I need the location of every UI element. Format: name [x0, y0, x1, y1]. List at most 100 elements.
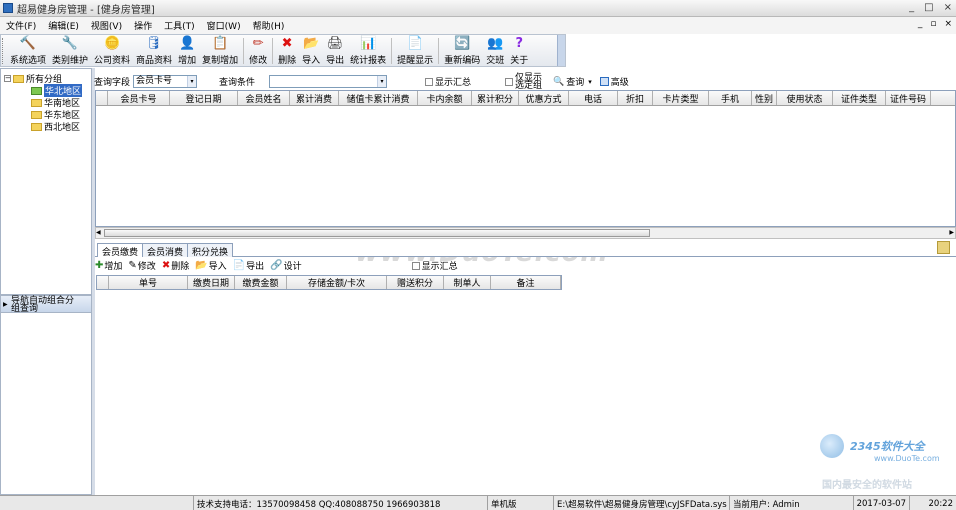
scroll-left-icon[interactable]: ◀: [96, 229, 101, 236]
query-bar: 查询字段 会员卡号 ▾ 查询条件 ▾ 显示汇总 仅显示选定组 🔍 查询 ▾ 高级: [93, 73, 956, 90]
menu-bar: 文件(F) 编辑(E) 视图(V) 操作 工具(T) 窗口(W) 帮助(H) _…: [0, 17, 956, 34]
detail-import-button[interactable]: 📂 导入: [195, 259, 226, 272]
column-header[interactable]: 性别: [752, 91, 777, 105]
column-header[interactable]: 折扣: [618, 91, 653, 105]
tab-member-payment[interactable]: 会员缴费: [97, 243, 144, 258]
column-header[interactable]: 电话: [569, 91, 618, 105]
statistics-report-button[interactable]: 📊 统计报表: [347, 35, 389, 66]
column-header[interactable]: 赠送积分: [387, 276, 444, 289]
column-header[interactable]: 使用状态: [777, 91, 833, 105]
column-header[interactable]: 优惠方式: [519, 91, 569, 105]
tools-icon: 🔧: [61, 36, 79, 51]
site-logo-text: 2345软件大全: [850, 440, 925, 453]
column-header[interactable]: 缴费日期: [188, 276, 235, 289]
advanced-icon: [599, 77, 609, 86]
shift-icon: 👥: [487, 36, 504, 51]
detail-edit-button[interactable]: ✎ 修改: [128, 259, 155, 272]
column-header[interactable]: 累计消费: [290, 91, 339, 105]
detail-add-button[interactable]: ✚ 增加: [95, 259, 122, 272]
system-options-button[interactable]: 🔨 系统选项: [7, 35, 49, 66]
toolbar-overflow-chevron[interactable]: [557, 35, 565, 66]
toolbar-separator: [272, 38, 274, 64]
tree-root[interactable]: − 所有分组: [4, 73, 62, 85]
checkbox-box: [411, 261, 420, 270]
category-maintain-button[interactable]: 🔧 类别维护: [49, 35, 91, 66]
menu-file[interactable]: 文件(F): [0, 19, 42, 32]
recode-button[interactable]: 🔄 重新编码: [441, 35, 483, 66]
mdi-minimize-button[interactable]: _: [918, 19, 923, 29]
maximize-button[interactable]: □: [924, 2, 933, 13]
show-selected-group-checkbox[interactable]: 仅显示选定组: [505, 73, 549, 90]
import-button[interactable]: 📂 导入: [299, 35, 323, 66]
coins-icon: 🪙: [103, 36, 121, 51]
member-grid[interactable]: 会员卡号 登记日期 会员姓名 累计消费 储值卡累计消费 卡内余额 累计积分 优惠…: [95, 90, 956, 227]
column-header[interactable]: 会员卡号: [108, 91, 170, 105]
chevron-down-icon: ▾: [588, 77, 592, 86]
column-header[interactable]: 卡片类型: [653, 91, 709, 105]
column-header[interactable]: 证件号码: [886, 91, 931, 105]
column-header[interactable]: 登记日期: [170, 91, 238, 105]
column-header[interactable]: 单号: [109, 276, 188, 289]
status-bar: 技术支持电话：13570098458 QQ:408088750 19669038…: [0, 495, 956, 510]
tree-item-north-china[interactable]: 华北地区: [31, 84, 83, 97]
mdi-restore-button[interactable]: ▫: [930, 19, 936, 29]
tree-item-northwest[interactable]: 西北地区: [31, 121, 80, 133]
close-button[interactable]: ×: [944, 2, 952, 13]
column-header[interactable]: 备注: [491, 276, 561, 289]
detail-delete-button[interactable]: ✖ 删除: [162, 259, 189, 272]
menu-operate[interactable]: 操作: [128, 19, 158, 32]
tree-item-south-china[interactable]: 华南地区: [31, 97, 80, 109]
copy-add-button[interactable]: 📋 复制增加: [199, 35, 241, 66]
export-button[interactable]: 🖨 导出: [323, 35, 347, 66]
mdi-close-button[interactable]: ×: [944, 19, 952, 29]
search-icon: 🔍: [553, 76, 565, 87]
status-support: 技术支持电话：13570098458 QQ:408088750 19669038…: [194, 496, 488, 510]
menu-tools[interactable]: 工具(T): [158, 19, 201, 32]
tree-item-east-china[interactable]: 华东地区: [31, 109, 80, 121]
shift-handover-button[interactable]: 👥 交班: [483, 35, 507, 66]
menu-help[interactable]: 帮助(H): [247, 19, 291, 32]
column-header[interactable]: 证件类型: [833, 91, 886, 105]
product-info-button[interactable]: 🛢 商品资料: [133, 35, 175, 66]
query-field-select[interactable]: 会员卡号 ▾: [133, 75, 198, 88]
scroll-thumb[interactable]: [104, 229, 650, 237]
app-icon: [3, 3, 13, 13]
minimize-button[interactable]: _: [909, 2, 914, 13]
advanced-button[interactable]: 高级: [599, 75, 629, 88]
show-summary-checkbox[interactable]: 显示汇总: [425, 75, 471, 88]
scroll-right-icon[interactable]: ▶: [949, 229, 954, 236]
collapse-icon[interactable]: −: [4, 75, 11, 82]
column-header[interactable]: 制单人: [444, 276, 491, 289]
column-header[interactable]: 会员姓名: [238, 91, 290, 105]
pencil-icon: ✏: [252, 36, 264, 51]
column-header[interactable]: 缴费金额: [235, 276, 287, 289]
menu-view[interactable]: 视图(V): [85, 19, 128, 32]
panel-toggle-icon[interactable]: [937, 241, 950, 254]
nav-panel-header[interactable]: ▶ 导航自动组合分组查询: [1, 296, 91, 314]
reminder-display-button[interactable]: 📄 提醒显示: [394, 35, 436, 66]
status-user: 当前用户: Admin: [730, 496, 854, 510]
menu-window[interactable]: 窗口(W): [201, 19, 247, 32]
search-button[interactable]: 🔍 查询 ▾: [553, 75, 592, 89]
query-condition-select[interactable]: ▾: [269, 75, 388, 88]
edit-button[interactable]: ✏ 修改: [246, 35, 270, 66]
toolbar-grip[interactable]: [2, 38, 5, 64]
menu-edit[interactable]: 编辑(E): [42, 19, 85, 32]
column-header[interactable]: 存储金额/卡次: [287, 276, 387, 289]
add-icon: ✚: [95, 260, 104, 271]
column-header[interactable]: 累计积分: [472, 91, 519, 105]
company-info-button[interactable]: 🪙 公司资料: [91, 35, 133, 66]
detail-export-button[interactable]: 📄 导出: [233, 259, 264, 272]
about-button[interactable]: ? 关于: [507, 35, 531, 66]
tab-points-redeem[interactable]: 积分兑换: [187, 243, 234, 258]
column-header[interactable]: 储值卡累计消费: [339, 91, 418, 105]
tab-member-consumption[interactable]: 会员消费: [142, 243, 189, 258]
add-button[interactable]: 👤 增加: [175, 35, 199, 66]
detail-design-button[interactable]: 🔗 设计: [270, 259, 301, 272]
column-header[interactable]: 手机: [709, 91, 752, 105]
column-header[interactable]: 卡内余额: [418, 91, 472, 105]
hammer-icon: 🔨: [19, 36, 37, 51]
folder-icon: [31, 110, 42, 119]
delete-button[interactable]: ✖ 删除: [275, 35, 299, 66]
detail-show-summary-checkbox[interactable]: 显示汇总: [411, 259, 458, 272]
